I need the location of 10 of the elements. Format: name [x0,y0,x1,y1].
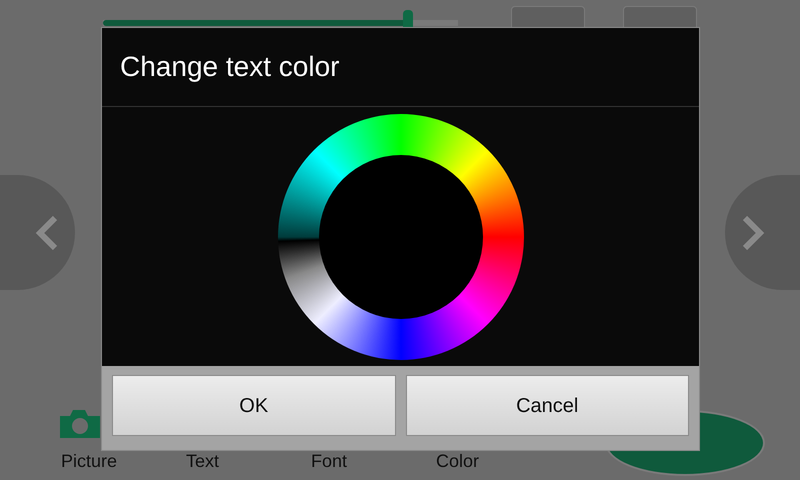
ok-button[interactable]: OK [112,375,396,436]
chevron-left-icon [35,214,59,250]
toolbar-label[interactable]: Color [436,452,480,470]
toolbar-label[interactable]: Picture [61,452,118,470]
toolbar-label[interactable]: Text [186,452,220,470]
chevron-right-icon [741,214,765,250]
dialog-title: Change text color [120,50,340,84]
camera-icon [58,408,102,440]
cancel-button[interactable]: Cancel [406,375,689,436]
toolbar-label[interactable]: Font [311,452,348,470]
